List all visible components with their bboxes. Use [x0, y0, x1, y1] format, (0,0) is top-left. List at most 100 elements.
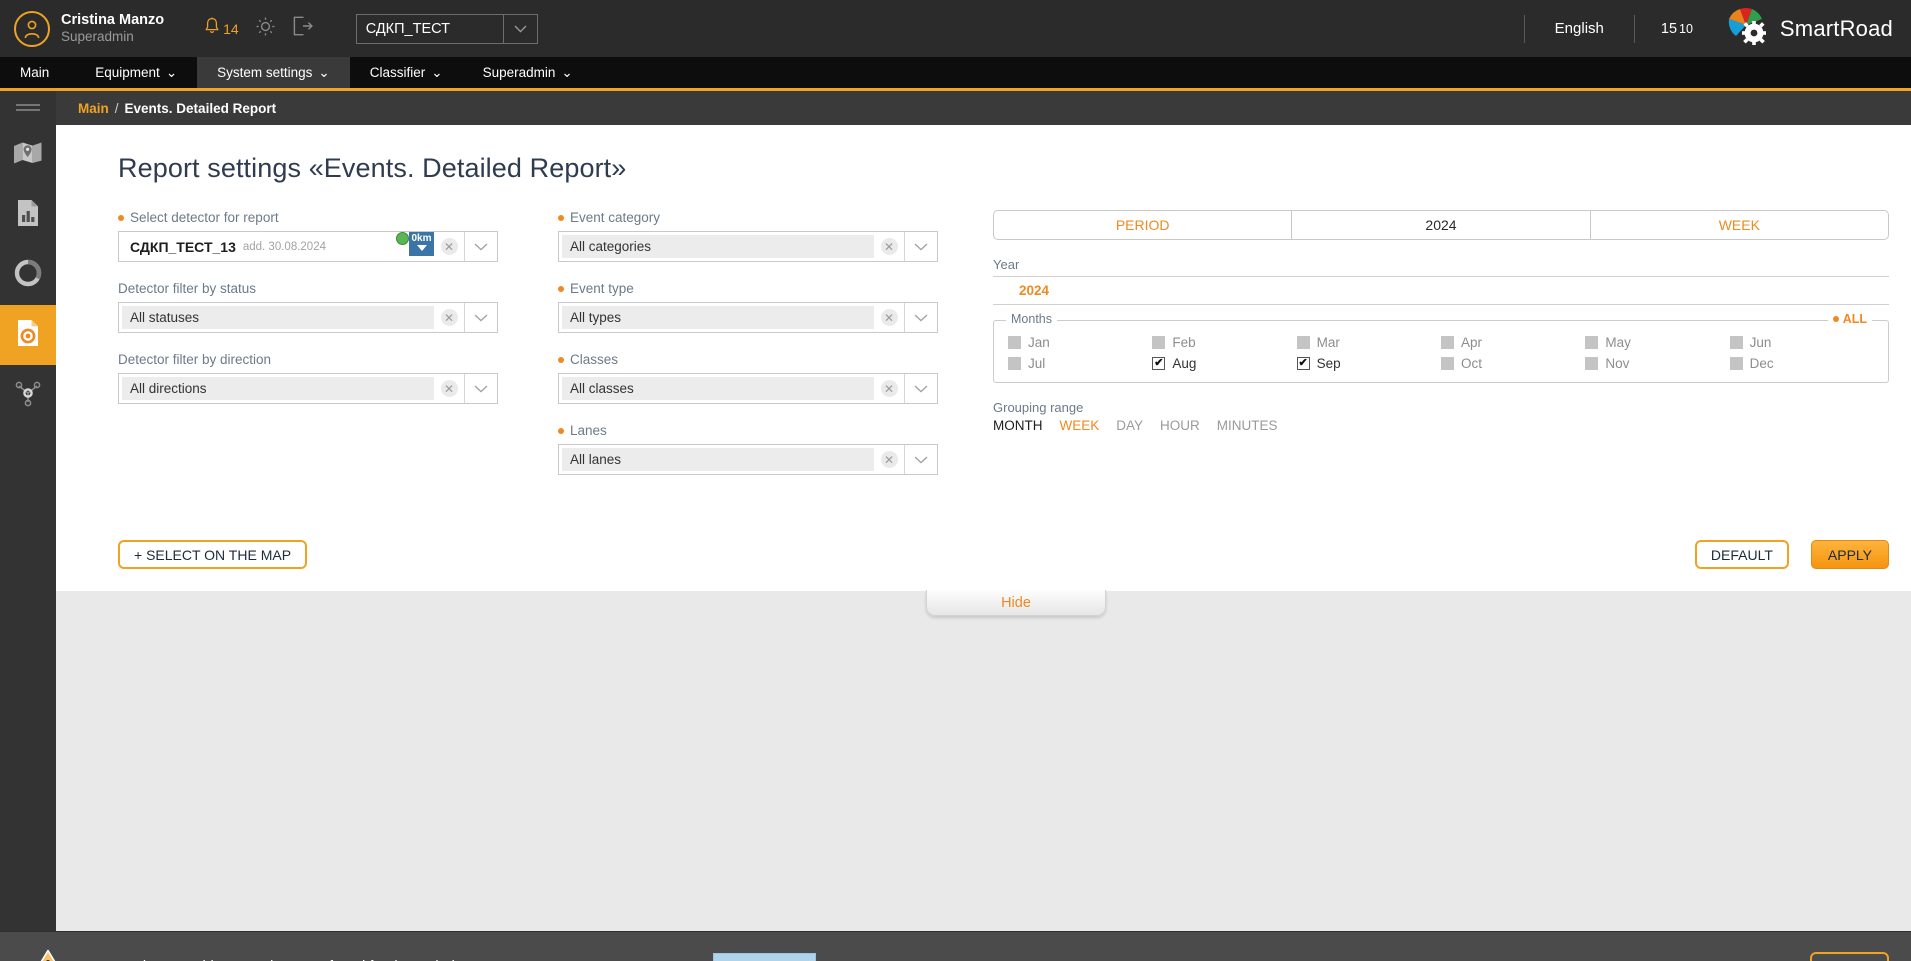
nav-item-superadmin[interactable]: Superadmin ⌄ [463, 57, 593, 88]
field-label: Detector filter by status [118, 281, 498, 296]
close-icon: ✕ [880, 380, 898, 397]
form-column-events: Event category All categories ✕ Event ty… [558, 210, 938, 494]
event-category-dropdown-button[interactable] [904, 232, 937, 261]
field-status-filter: Detector filter by status All statuses ✕ [118, 281, 498, 333]
nav-label: Classifier [369, 65, 426, 80]
label-text: Detector filter by direction [118, 352, 272, 367]
field-event-type: Event type All types ✕ [558, 281, 938, 333]
project-select[interactable]: СДКП_ТЕСТ [355, 13, 538, 44]
nav-item-equipment[interactable]: Equipment ⌄ [75, 57, 197, 88]
month-checkbox-mar[interactable]: Mar [1296, 335, 1441, 350]
user-role: Superadmin [61, 29, 134, 45]
lanes-dropdown-button[interactable] [904, 445, 937, 474]
grouping-option-minutes[interactable]: MINUTES [1217, 418, 1278, 433]
notifications-button[interactable]: 14 [204, 17, 239, 40]
event-category-clear-button[interactable]: ✕ [874, 232, 904, 261]
year-value[interactable]: 2024 [1019, 283, 1049, 298]
language-selector[interactable]: English [1525, 20, 1634, 37]
error-list-button[interactable]: ERROR LIST [713, 952, 817, 961]
checkbox-icon [1729, 357, 1743, 370]
sidebar-item-network-graph[interactable] [0, 365, 56, 425]
grouping-option-day[interactable]: DAY [1116, 418, 1143, 433]
nav-item-classifier[interactable]: Classifier ⌄ [350, 57, 463, 88]
months-legend: Months [1006, 312, 1057, 326]
status-filter-value: All statuses [122, 306, 434, 329]
grouping-option-month[interactable]: MONTH [993, 418, 1043, 433]
direction-filter-clear-button[interactable]: ✕ [434, 374, 464, 403]
form-column-detector: Select detector for report СДКП_ТЕСТ_13 … [118, 210, 498, 494]
breadcrumb-root[interactable]: Main [78, 101, 109, 116]
chevron-down-icon [474, 243, 488, 250]
status-filter-clear-button[interactable]: ✕ [434, 303, 464, 332]
hide-panel-button[interactable]: Hide [926, 590, 1106, 616]
km-badge-label: 0km [411, 233, 432, 244]
detailed-report-icon [16, 319, 40, 352]
label-text: Event type [570, 281, 634, 296]
close-button[interactable]: CLOSE [1809, 951, 1889, 961]
lanes-clear-button[interactable]: ✕ [874, 445, 904, 474]
detector-select[interactable]: СДКП_ТЕСТ_13 add. 30.08.2024 0km ✕ [118, 231, 498, 262]
apply-button[interactable]: APPLY [1810, 540, 1889, 569]
event-type-clear-button[interactable]: ✕ [874, 303, 904, 332]
required-dot-icon [558, 214, 564, 221]
grouping-option-week[interactable]: WEEK [1060, 418, 1100, 433]
month-checkbox-feb[interactable]: Feb [1152, 335, 1296, 350]
month-checkbox-jul[interactable]: Jul [1008, 356, 1152, 371]
detector-clear-button[interactable]: ✕ [434, 232, 464, 261]
user-block[interactable]: Cristina Manzo Superadmin [0, 0, 164, 57]
default-button[interactable]: DEFAULT [1694, 540, 1789, 569]
checkbox-icon [1440, 357, 1454, 370]
month-checkbox-oct[interactable]: Oct [1440, 356, 1585, 371]
classes-select[interactable]: All classes ✕ [558, 373, 938, 404]
tab-period[interactable]: PERIOD [994, 211, 1293, 239]
sidebar-item-map[interactable] [0, 125, 56, 185]
event-category-select[interactable]: All categories ✕ [558, 231, 938, 262]
event-type-select[interactable]: All types ✕ [558, 302, 938, 333]
classes-dropdown-button[interactable] [904, 374, 937, 403]
lanes-select[interactable]: All lanes ✕ [558, 444, 938, 475]
sidebar-item-bar-chart-report[interactable] [0, 185, 56, 245]
settings-button[interactable] [255, 16, 276, 42]
chevron-down-icon [474, 314, 488, 321]
month-checkbox-apr[interactable]: Apr [1440, 335, 1585, 350]
month-checkbox-sep[interactable]: ✔ Sep [1296, 356, 1441, 371]
status-filter-select[interactable]: All statuses ✕ [118, 302, 498, 333]
tab-year[interactable]: 2024 [1292, 211, 1591, 239]
sidebar-item-donut-report[interactable] [0, 245, 56, 305]
classes-clear-button[interactable]: ✕ [874, 374, 904, 403]
select-on-map-button[interactable]: + SELECT ON THE MAP [118, 540, 308, 569]
chevron-down-icon [914, 456, 928, 463]
km-marker-badge[interactable]: 0km [409, 232, 434, 256]
hamburger-icon[interactable] [0, 91, 56, 125]
nav-item-system-settings[interactable]: System settings ⌄ [197, 57, 350, 88]
network-graph-icon [14, 379, 42, 412]
direction-filter-select[interactable]: All directions ✕ [118, 373, 498, 404]
chevron-down-icon: ⌄ [318, 64, 330, 80]
form-columns: Select detector for report СДКП_ТЕСТ_13 … [56, 184, 1911, 494]
month-checkbox-jun[interactable]: Jun [1729, 335, 1874, 350]
checkbox-checked-icon: ✔ [1296, 357, 1310, 370]
required-dot-icon [558, 285, 564, 292]
month-checkbox-dec[interactable]: Dec [1729, 356, 1874, 371]
month-checkbox-may[interactable]: May [1585, 335, 1729, 350]
month-checkbox-nov[interactable]: Nov [1585, 356, 1729, 371]
breadcrumb: Main / Events. Detailed Report [56, 91, 1911, 125]
month-checkbox-aug[interactable]: ✔ Aug [1152, 356, 1296, 371]
project-select-arrow[interactable] [502, 14, 537, 43]
month-checkbox-jan[interactable]: Jan [1008, 335, 1152, 350]
months-select-all-button[interactable]: ALL [1827, 312, 1872, 326]
field-event-category: Event category All categories ✕ [558, 210, 938, 262]
tab-week[interactable]: WEEK [1591, 211, 1888, 239]
event-type-dropdown-button[interactable] [904, 303, 937, 332]
month-label: Jan [1028, 335, 1050, 350]
grouping-option-hour[interactable]: HOUR [1160, 418, 1200, 433]
sidebar-item-detailed-report[interactable] [0, 305, 56, 365]
status-filter-dropdown-button[interactable] [464, 303, 497, 332]
detector-dropdown-button[interactable] [464, 232, 497, 261]
direction-filter-dropdown-button[interactable] [464, 374, 497, 403]
checkbox-icon [1585, 336, 1599, 349]
nav-item-main[interactable]: Main [0, 57, 75, 88]
logout-button[interactable] [292, 16, 314, 41]
field-label: Classes [558, 352, 938, 367]
month-label: Mar [1316, 335, 1340, 350]
